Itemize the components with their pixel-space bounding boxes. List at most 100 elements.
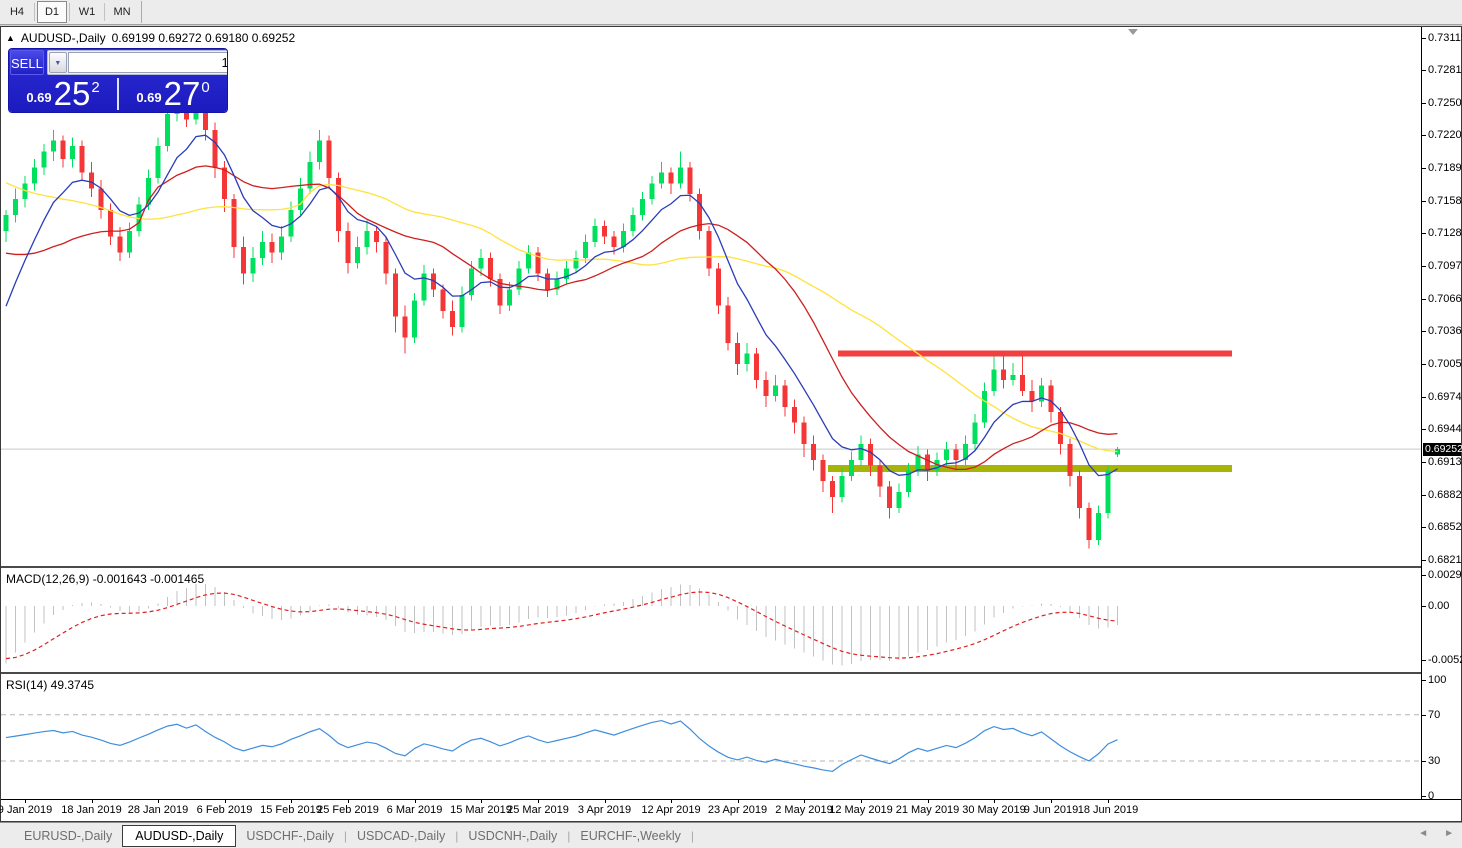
- date-axis-label: 25 Feb 2019: [317, 804, 379, 816]
- timeframe-button-mn[interactable]: MN: [107, 1, 137, 23]
- one-click-trading-panel: SELL ▼ ▲ BUY 0.69 25 2 0.69 27 0: [9, 49, 227, 112]
- date-tick: [861, 800, 862, 803]
- axis-tick: [1422, 606, 1426, 607]
- volume-input[interactable]: [68, 52, 227, 73]
- chart-tab-bar: EURUSD-,DailyAUDUSD-,DailyUSDCHF-,Daily|…: [0, 822, 1462, 848]
- date-axis-label: 28 Jan 2019: [128, 804, 189, 816]
- date-tick: [994, 800, 995, 803]
- tab-scroll-left-icon[interactable]: ◄: [1418, 828, 1428, 839]
- chart-tab-eurchf[interactable]: EURCHF-,Weekly: [570, 826, 690, 846]
- chart-tab-audusd[interactable]: AUDUSD-,Daily: [122, 825, 236, 847]
- axis-tick: [1422, 560, 1426, 561]
- macd-axis-label: 0.00: [1428, 600, 1449, 612]
- axis-tick: [1422, 135, 1426, 136]
- price-axis-label: 0.73115: [1428, 32, 1462, 44]
- timeframe-button-w1[interactable]: W1: [72, 1, 102, 23]
- axis-tick: [1422, 331, 1426, 332]
- macd-chart[interactable]: [1, 568, 1421, 672]
- timeframe-button-d1[interactable]: D1: [37, 1, 67, 23]
- rsi-chart[interactable]: [1, 674, 1421, 799]
- axis-tick: [1422, 38, 1426, 39]
- volume-decrease-icon[interactable]: ▼: [49, 52, 67, 73]
- date-axis-label: 15 Mar 2019: [450, 804, 512, 816]
- volume-spinner: ▼ ▲: [47, 50, 227, 75]
- axis-tick: [1422, 233, 1426, 234]
- date-axis-label: 3 Apr 2019: [578, 804, 631, 816]
- price-axis-label: 0.68210: [1428, 554, 1462, 566]
- ohlc-values: 0.69199 0.69272 0.69180 0.69252: [112, 31, 296, 45]
- date-tick: [928, 800, 929, 803]
- date-tick: [671, 800, 672, 803]
- macd-signal-line: [6, 592, 1118, 659]
- date-axis-label: 23 Apr 2019: [708, 804, 767, 816]
- toolbar-separator: [104, 3, 105, 21]
- date-tick: [92, 800, 93, 803]
- time-axis[interactable]: 9 Jan 2019 18 Jan 2019 28 Jan 2019 6 Feb 20…: [1, 800, 1421, 821]
- axis-tick: [1422, 266, 1426, 267]
- price-axis[interactable]: 0.69252 0.731150.728100.725050.722000.71…: [1421, 27, 1461, 799]
- macd-axis-label: 0.002984: [1428, 569, 1462, 581]
- rsi-axis-label: 0: [1428, 790, 1434, 802]
- price-axis-label: 0.71890: [1428, 162, 1462, 174]
- tab-scroll-right-icon[interactable]: ►: [1444, 828, 1454, 839]
- mt4-terminal: { "toolbar":{"timeframes":[{"label":"H4"…: [0, 0, 1462, 848]
- ma-mid-line: [6, 166, 1118, 469]
- chart-tab-usdcad[interactable]: USDCAD-,Daily: [347, 826, 455, 846]
- macd-axis-label: -0.005256: [1428, 654, 1462, 666]
- axis-tick: [1422, 364, 1426, 365]
- price-axis-label: 0.69440: [1428, 423, 1462, 435]
- axis-tick: [1422, 299, 1426, 300]
- date-axis-label: 12 May 2019: [829, 804, 893, 816]
- sell-price[interactable]: 0.69 25 2: [9, 76, 117, 112]
- rsi-axis-label: 70: [1428, 709, 1440, 721]
- axis-tick: [1422, 103, 1426, 104]
- date-tick: [605, 800, 606, 803]
- date-tick: [481, 800, 482, 803]
- timeframe-toolbar: H4D1W1MN: [0, 0, 1462, 25]
- chart-tab-usdcnh[interactable]: USDCNH-,Daily: [458, 826, 567, 846]
- axis-tick: [1422, 168, 1426, 169]
- chart-tab-eurusd[interactable]: EURUSD-,Daily: [14, 826, 122, 846]
- collapse-arrow-icon[interactable]: ▲: [6, 33, 15, 43]
- price-axis-label: 0.70665: [1428, 293, 1462, 305]
- axis-tick: [1422, 680, 1426, 681]
- date-tick: [538, 800, 539, 803]
- date-axis-label: 30 May 2019: [962, 804, 1026, 816]
- sell-button[interactable]: SELL: [10, 50, 44, 75]
- axis-tick: [1422, 70, 1426, 71]
- macd-indicator-pane[interactable]: MACD(12,26,9) -0.001643 -0.001465: [1, 568, 1421, 672]
- buy-price[interactable]: 0.69 27 0: [119, 76, 227, 112]
- price-axis-label: 0.70360: [1428, 325, 1462, 337]
- axis-tick: [1422, 462, 1426, 463]
- axis-tick: [1422, 201, 1426, 202]
- price-axis-label: 0.69130: [1428, 456, 1462, 468]
- axis-tick: [1422, 796, 1426, 797]
- chart-tab-usdchf[interactable]: USDCHF-,Daily: [236, 826, 344, 846]
- date-tick: [804, 800, 805, 803]
- price-chart-pane[interactable]: ▲ AUDUSD-,Daily 0.69199 0.69272 0.69180 …: [1, 27, 1421, 566]
- date-axis-label: 9 Jan 2019: [0, 804, 52, 816]
- date-axis-label: 21 May 2019: [896, 804, 960, 816]
- sell-price-pip: 2: [91, 79, 99, 96]
- price-axis-label: 0.72505: [1428, 97, 1462, 109]
- price-axis-label: 0.70050: [1428, 358, 1462, 370]
- buy-price-prefix: 0.69: [136, 90, 161, 105]
- candles-layer: [4, 84, 1121, 548]
- date-tick: [1051, 800, 1052, 803]
- date-axis-label: 18 Jan 2019: [61, 804, 122, 816]
- price-axis-label: 0.68520: [1428, 521, 1462, 533]
- chart-title: ▲ AUDUSD-,Daily 0.69199 0.69272 0.69180 …: [6, 31, 295, 45]
- rsi-axis-label: 100: [1428, 674, 1446, 686]
- date-axis-label: 6 Feb 2019: [197, 804, 253, 816]
- axis-tick: [1422, 715, 1426, 716]
- date-axis-label: 9 Jun 2019: [1024, 804, 1078, 816]
- date-tick: [348, 800, 349, 803]
- chart-shift-marker-icon[interactable]: [1128, 29, 1138, 35]
- tab-scroll-arrows: ◄ ►: [1418, 828, 1454, 839]
- timeframe-button-h4[interactable]: H4: [2, 1, 32, 23]
- date-tick: [415, 800, 416, 803]
- rsi-indicator-pane[interactable]: RSI(14) 49.3745: [1, 674, 1421, 799]
- date-axis-label: 15 Feb 2019: [260, 804, 322, 816]
- sell-price-prefix: 0.69: [26, 90, 51, 105]
- date-tick: [25, 800, 26, 803]
